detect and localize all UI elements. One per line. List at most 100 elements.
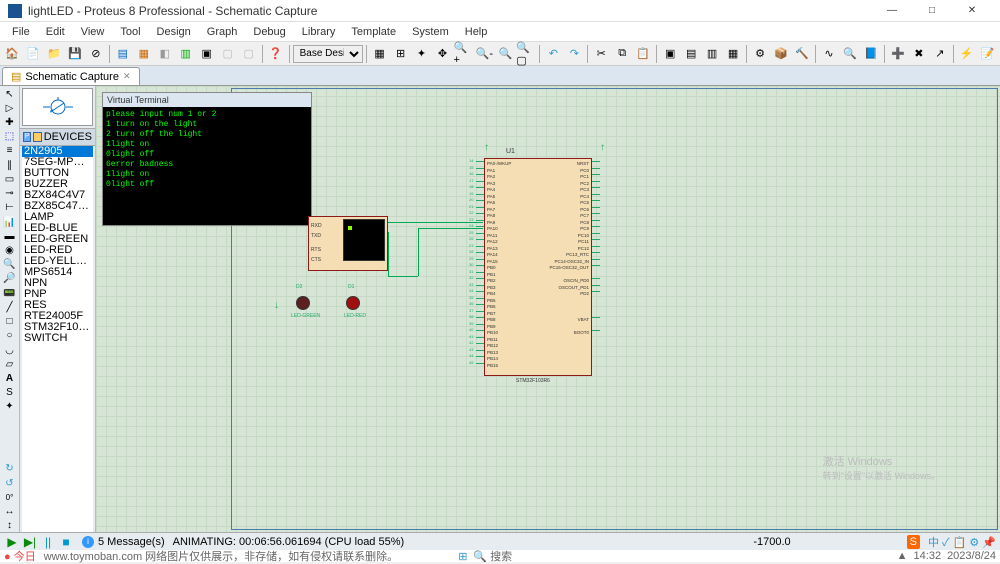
pick-icon[interactable]: ⚙ — [750, 44, 770, 64]
close-button[interactable]: ✕ — [952, 0, 992, 22]
device-item[interactable]: SWITCH — [22, 333, 93, 344]
3d-icon[interactable]: ◧ — [155, 44, 175, 64]
junction-mode-icon[interactable]: ✚ — [2, 116, 18, 128]
generator-icon[interactable]: ◉ — [2, 244, 18, 256]
home-icon[interactable]: 🏠 — [2, 44, 22, 64]
paste-icon[interactable]: 📋 — [633, 44, 653, 64]
pick-device-icon[interactable]: P — [23, 132, 31, 142]
menu-library[interactable]: Library — [294, 24, 344, 40]
package-icon[interactable]: 📦 — [771, 44, 791, 64]
block-move-icon[interactable]: ▤ — [681, 44, 701, 64]
save-icon[interactable]: 💾 — [65, 44, 85, 64]
pan-icon[interactable]: ✥ — [433, 44, 453, 64]
device-item[interactable]: LED-RED — [22, 245, 93, 256]
message-info[interactable]: i 5 Message(s) — [82, 536, 165, 548]
zoom-area-icon[interactable]: 🔍▢ — [516, 44, 536, 64]
rotate-ccw-icon[interactable]: ↺ — [2, 477, 18, 489]
tape-icon[interactable]: ▬ — [2, 230, 18, 242]
snap-icon[interactable]: ⊞ — [391, 44, 411, 64]
grid-toggle-icon[interactable]: ▦ — [370, 44, 390, 64]
device-item[interactable]: BZX85C47RL — [22, 201, 93, 212]
graph-icon[interactable]: 📊 — [2, 216, 18, 228]
device-item[interactable]: LED-GREEN — [22, 234, 93, 245]
tab-schematic[interactable]: ▤ Schematic Capture ✕ — [2, 67, 140, 85]
chip-stm32[interactable]: PA0-/WKUPPA1PA2PA3PA4PA5PA6PA7PA8PA9PA10… — [484, 158, 592, 376]
menu-graph[interactable]: Graph — [199, 24, 246, 40]
virtual-terminal-window[interactable]: Virtual Terminal please input num 1 or 2… — [102, 92, 312, 226]
menu-design[interactable]: Design — [149, 24, 199, 40]
wire-label-icon[interactable]: ⬚ — [2, 131, 18, 143]
selection-mode-icon[interactable]: ↖ — [2, 88, 18, 100]
property-icon[interactable]: 📘 — [861, 44, 881, 64]
menu-debug[interactable]: Debug — [245, 24, 293, 40]
marker-icon[interactable]: ✦ — [2, 401, 18, 413]
help-icon[interactable]: ❓ — [266, 44, 286, 64]
zoom-in-icon[interactable]: 🔍+ — [453, 44, 473, 64]
text-script-icon[interactable]: ≡ — [2, 145, 18, 157]
led-d1[interactable] — [346, 296, 360, 310]
rotate-cw-icon[interactable]: ↻ — [2, 463, 18, 475]
probe-i-icon[interactable]: 🔎 — [2, 273, 18, 285]
tray-icon[interactable]: ▲ — [897, 550, 908, 562]
device-item[interactable]: RES — [22, 300, 93, 311]
ime-indicator[interactable]: S — [907, 535, 920, 549]
origin-icon[interactable]: ✦ — [412, 44, 432, 64]
maximize-button[interactable]: □ — [912, 0, 952, 22]
component-mode-icon[interactable]: ▷ — [2, 102, 18, 114]
device-item[interactable]: BUTTON — [22, 168, 93, 179]
wire-autoroute-icon[interactable]: ∿ — [819, 44, 839, 64]
lang-indicator[interactable]: 中 ✓ 📋 ⚙ 📌 — [928, 534, 996, 550]
arc-icon[interactable]: ◡ — [2, 344, 18, 356]
terminal-icon[interactable]: ⊸ — [2, 188, 18, 200]
menu-help[interactable]: Help — [457, 24, 496, 40]
new-icon[interactable]: 📄 — [23, 44, 43, 64]
subcircuit-icon[interactable]: ▭ — [2, 173, 18, 185]
stop-button[interactable]: ■ — [58, 535, 74, 549]
zoom-out-icon[interactable]: 🔍- — [474, 44, 494, 64]
menu-edit[interactable]: Edit — [38, 24, 73, 40]
design-combo[interactable]: Base Design — [293, 45, 363, 63]
play-button[interactable]: ▶ — [4, 535, 20, 549]
exit-parent-icon[interactable]: ↗ — [930, 44, 950, 64]
search-icon[interactable]: 🔍 — [840, 44, 860, 64]
device-item[interactable]: LED-BLUE — [22, 223, 93, 234]
cut-icon[interactable]: ✂ — [591, 44, 611, 64]
text-icon[interactable]: A — [2, 372, 18, 384]
decompose-icon[interactable]: 🔨 — [792, 44, 812, 64]
block-delete-icon[interactable]: ▦ — [723, 44, 743, 64]
symbol-icon[interactable]: S — [2, 387, 18, 399]
menu-view[interactable]: View — [73, 24, 113, 40]
close-project-icon[interactable]: ⊘ — [86, 44, 106, 64]
pcb-icon[interactable]: ▦ — [134, 44, 154, 64]
mirror-h-icon[interactable]: ↔ — [2, 506, 18, 518]
probe-v-icon[interactable]: 🔍 — [2, 259, 18, 271]
block-copy-icon[interactable]: ▣ — [660, 44, 680, 64]
bus-mode-icon[interactable]: ∥ — [2, 159, 18, 171]
path-icon[interactable]: ▱ — [2, 358, 18, 370]
mirror-v-icon[interactable]: ↕ — [2, 520, 18, 532]
redo-icon[interactable]: ↷ — [564, 44, 584, 64]
zoom-fit-icon[interactable]: 🔍 — [495, 44, 515, 64]
line-icon[interactable]: ╱ — [2, 301, 18, 313]
new-sheet-icon[interactable]: ➕ — [888, 44, 908, 64]
copy-icon[interactable]: ⧉ — [612, 44, 632, 64]
device-item[interactable]: BUZZER — [22, 179, 93, 190]
led-d2[interactable] — [296, 296, 310, 310]
device-item[interactable]: PNP — [22, 289, 93, 300]
menu-system[interactable]: System — [404, 24, 457, 40]
device-item[interactable]: LAMP — [22, 212, 93, 223]
device-pin-icon[interactable]: ⊢ — [2, 202, 18, 214]
open-icon[interactable]: 📁 — [44, 44, 64, 64]
undo-icon[interactable]: ↶ — [543, 44, 563, 64]
box-icon[interactable]: □ — [2, 316, 18, 328]
schematic-icon[interactable]: ▤ — [113, 44, 133, 64]
block-rotate-icon[interactable]: ▥ — [702, 44, 722, 64]
bom-icon[interactable]: ▥ — [176, 44, 196, 64]
erc-icon[interactable]: ⚡ — [957, 44, 977, 64]
menu-tool[interactable]: Tool — [112, 24, 148, 40]
tab-close-icon[interactable]: ✕ — [123, 71, 131, 82]
device-item[interactable]: MPS6514 — [22, 267, 93, 278]
device-item[interactable]: RTE24005F — [22, 311, 93, 322]
gerber-icon[interactable]: ▣ — [197, 44, 217, 64]
device-item[interactable]: NPN — [22, 278, 93, 289]
